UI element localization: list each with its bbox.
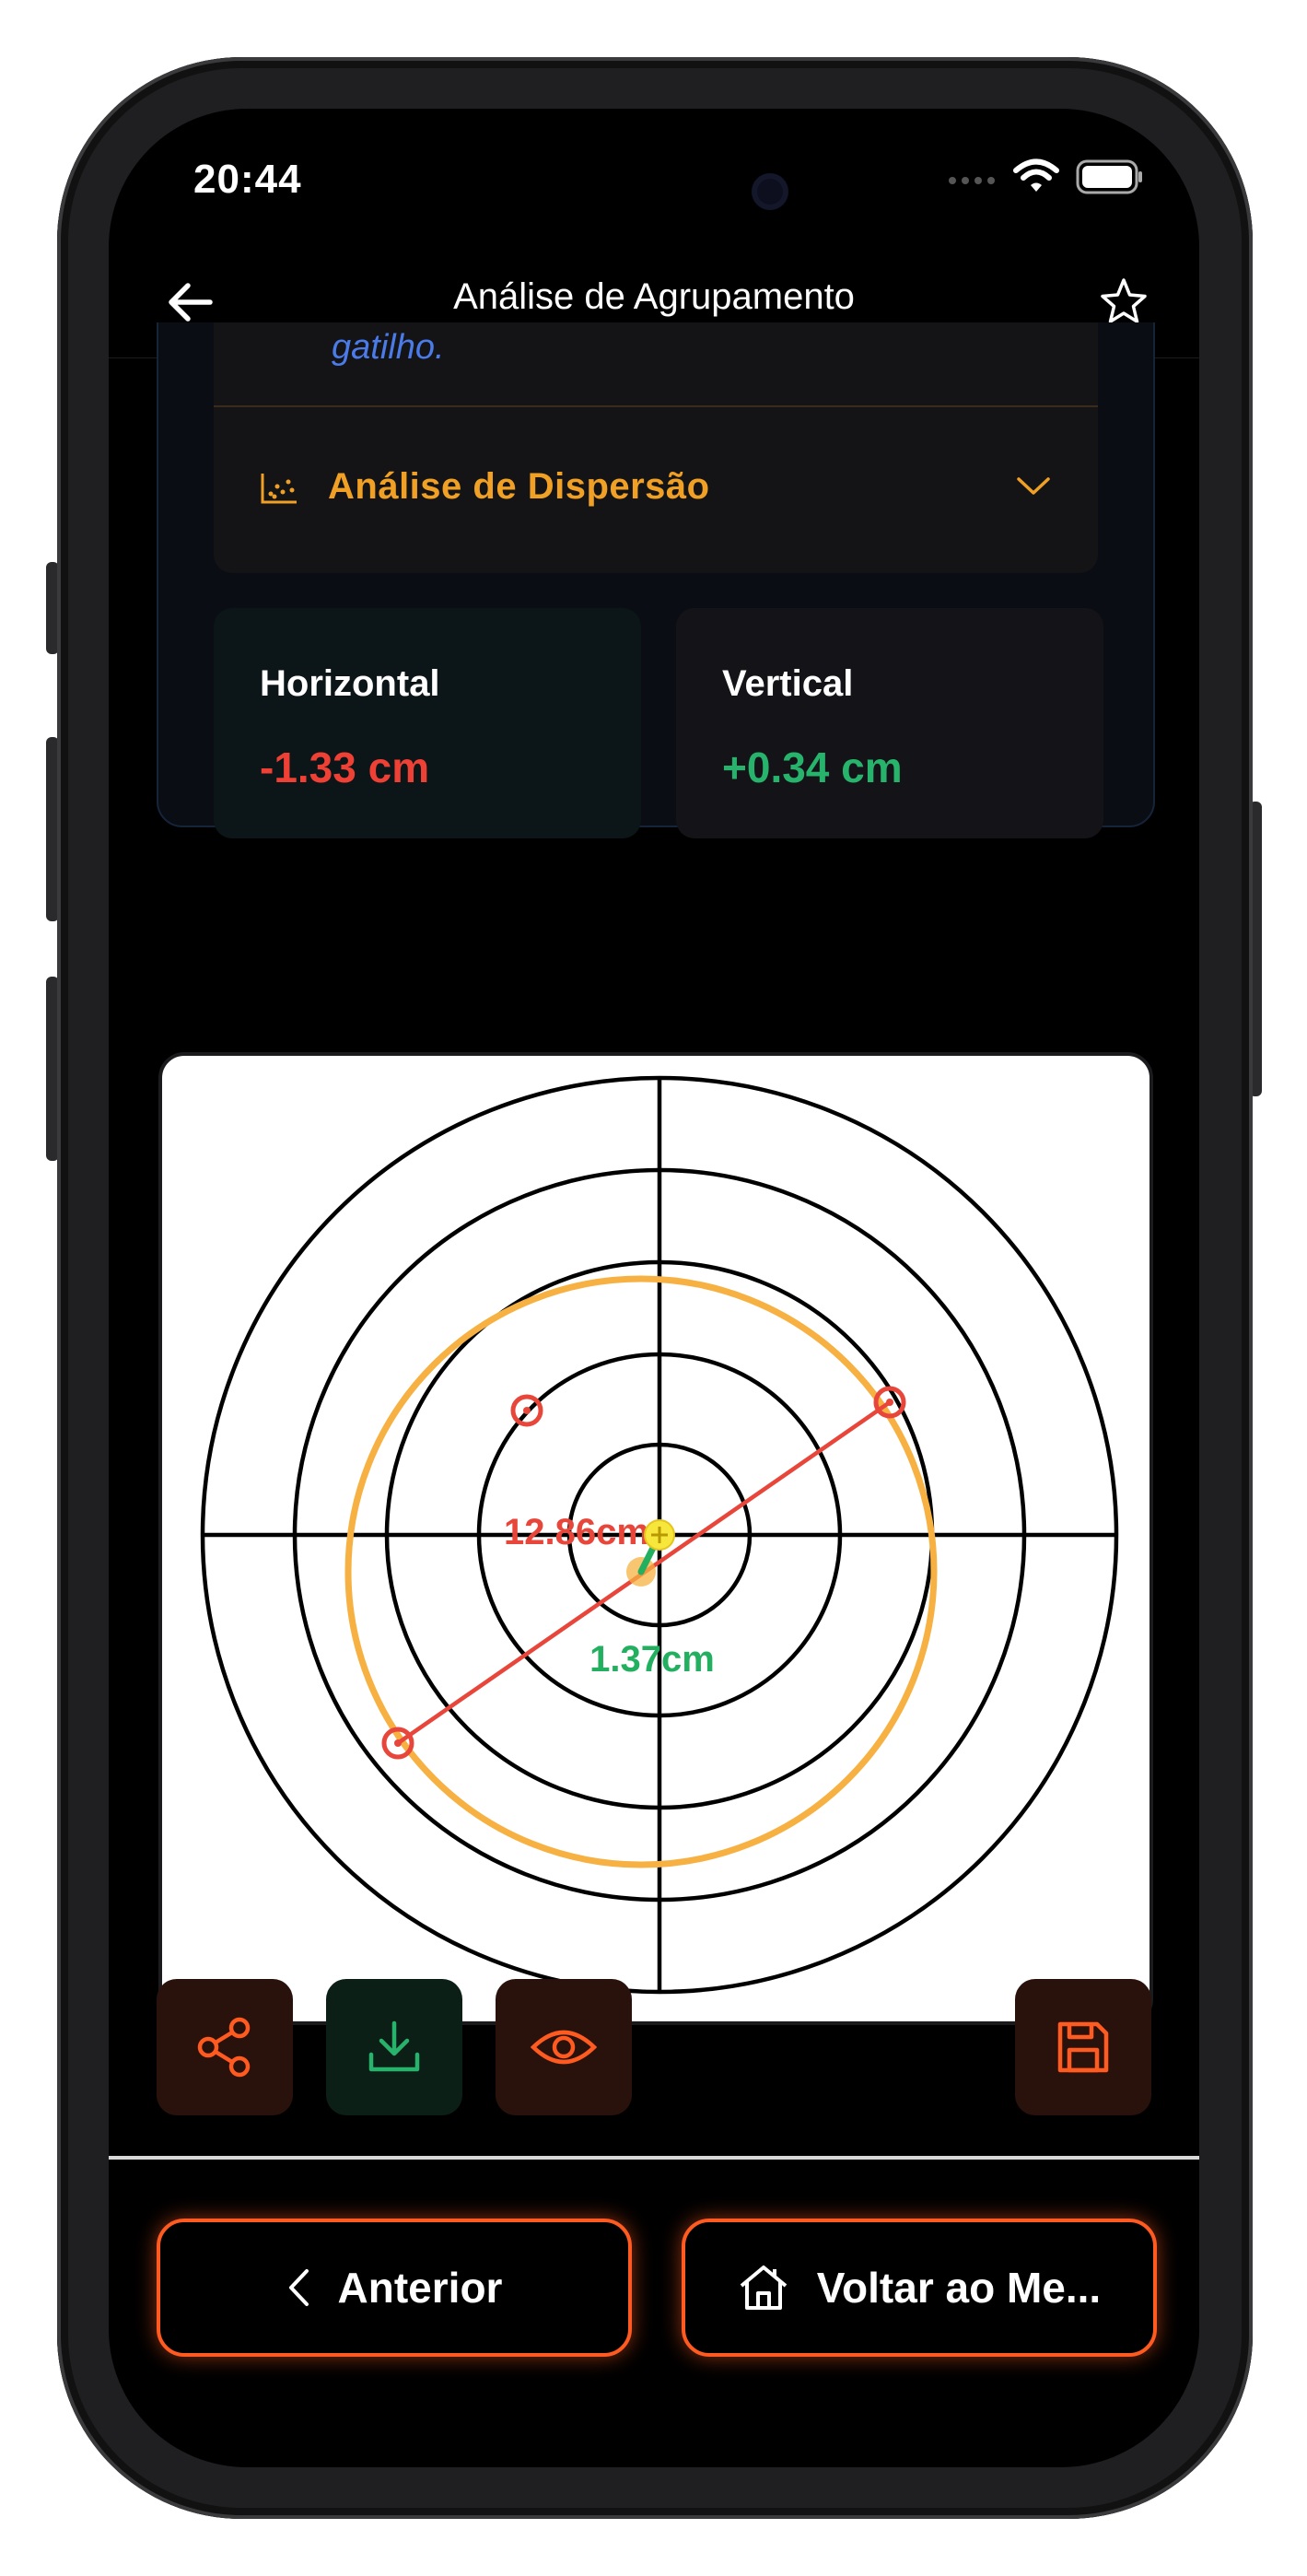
- chevron-down-icon: [1017, 477, 1050, 495]
- share-button[interactable]: [157, 1979, 293, 2115]
- vertical-stat-card: Vertical +0.34 cm: [676, 608, 1103, 838]
- horizontal-value: -1.33 cm: [260, 744, 430, 791]
- scatter-chart-icon: [261, 474, 297, 504]
- dynamic-island: [484, 144, 825, 240]
- aim-point-icon: [644, 1519, 675, 1551]
- signal-icon: [949, 177, 995, 184]
- target-card[interactable]: 12.86cm 1.37cm: [158, 1052, 1153, 2025]
- download-icon: [368, 2020, 420, 2072]
- star-icon[interactable]: [1096, 275, 1151, 330]
- screen: 20:44 Análise de Agrupamento gatilho. An…: [109, 109, 1199, 2467]
- view-button[interactable]: [496, 1979, 632, 2115]
- offset-label: 1.37cm: [589, 1639, 715, 1680]
- shot-marker: [510, 1394, 543, 1427]
- tip-text: gatilho.: [332, 328, 445, 367]
- scroll-content[interactable]: gatilho. Análise de Dispersão Horizontal…: [109, 322, 1199, 2165]
- dispersion-label: Análise de Dispersão: [328, 466, 710, 507]
- previous-label: Anterior: [337, 2264, 503, 2312]
- target-diagram: 12.86cm 1.37cm: [200, 1075, 1119, 1995]
- battery-icon: [1076, 159, 1142, 194]
- status-icons: [947, 158, 1144, 195]
- footer-divider: [109, 2156, 1199, 2160]
- group-size-label: 12.86cm: [504, 1512, 649, 1552]
- page-title: Análise de Agrupamento: [453, 276, 855, 317]
- horizontal-title: Horizontal: [260, 663, 440, 704]
- status-time: 20:44: [193, 157, 302, 202]
- eye-icon: [530, 2030, 598, 2065]
- dispersion-accordion[interactable]: Análise de Dispersão: [214, 407, 1098, 571]
- info-card: gatilho. Análise de Dispersão: [214, 322, 1098, 573]
- previous-button[interactable]: Anterior: [157, 2219, 632, 2357]
- horizontal-stat-card: Horizontal -1.33 cm: [214, 608, 641, 838]
- share-icon: [197, 2017, 251, 2078]
- camera-icon: [752, 173, 788, 210]
- save-button[interactable]: [1015, 1979, 1151, 2115]
- analysis-panel: gatilho. Análise de Dispersão Horizontal…: [157, 322, 1155, 838]
- vertical-value: +0.34 cm: [722, 744, 903, 791]
- download-button[interactable]: [326, 1979, 462, 2115]
- chevron-left-icon: [288, 2269, 309, 2306]
- back-to-menu-button[interactable]: Voltar ao Me...: [682, 2219, 1157, 2357]
- vertical-title: Vertical: [722, 663, 854, 704]
- action-toolbar: [109, 1979, 1199, 2117]
- floppy-disk-icon: [1057, 2021, 1109, 2073]
- back-to-menu-label: Voltar ao Me...: [816, 2264, 1102, 2312]
- home-icon: [740, 2266, 788, 2310]
- wifi-icon: [1013, 158, 1059, 192]
